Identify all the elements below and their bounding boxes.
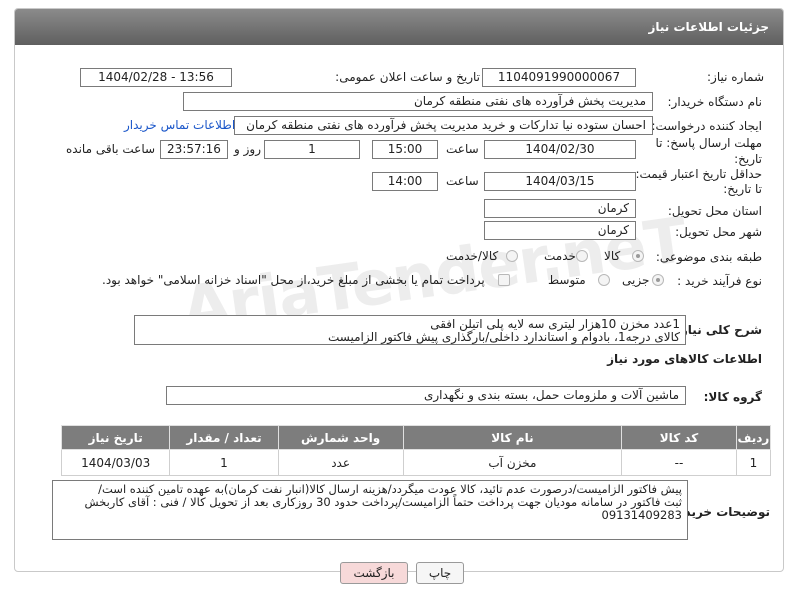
reply-deadline-label-2: تاریخ: [734, 152, 762, 166]
validity-time-label: ساعت [446, 174, 479, 188]
cell-date: 1404/03/03 [60, 449, 171, 476]
requester-field: احسان ستوده نیا تدارکات و خرید مدیریت پخ… [234, 116, 653, 135]
purchase-type-label: نوع فرآیند خرید : [677, 274, 762, 288]
announce-label: تاریخ و ساعت اعلان عمومی: [335, 70, 480, 84]
buyer-notes-textarea[interactable]: پیش فاکتور الزامیست/درصورت عدم تائید، کا… [52, 480, 688, 540]
remaining-time-field: 23:57:16 [160, 140, 228, 159]
category-radio-service[interactable] [576, 250, 588, 262]
col-qty: تعداد / مقدار [169, 425, 279, 450]
validity-date-field: 1404/03/15 [484, 172, 636, 191]
treasury-note: پرداخت تمام یا بخشی از مبلغ خرید،از محل … [102, 273, 485, 287]
cell-unit: عدد [277, 449, 404, 476]
cell-row: 1 [735, 449, 772, 476]
goods-section-title: اطلاعات کالاهای مورد نیاز [607, 352, 762, 366]
province-label: استان محل تحویل: [667, 204, 762, 218]
validity-time-field: 14:00 [372, 172, 438, 191]
purchase-radio-medium[interactable] [598, 274, 610, 286]
city-label: شهر محل تحویل: [675, 225, 762, 239]
city-field: کرمان [484, 221, 636, 240]
description-line-2: کالای درجه1، بادوام و استاندارد داخلی/با… [327, 330, 680, 344]
cell-qty: 1 [169, 449, 279, 476]
back-button[interactable]: بازگشت [340, 562, 408, 584]
buyer-contact-link[interactable]: اطلاعات تماس خریدار [124, 118, 235, 132]
category-label: طبقه بندی موضوعی: [655, 250, 762, 264]
category-option-goods: کالا [604, 249, 621, 263]
price-validity-label-2: تا تاریخ: [723, 182, 762, 196]
reply-time-field: 15:00 [372, 140, 438, 159]
category-option-goods-service: کالا/خدمت [446, 249, 499, 263]
col-code: کد کالا [621, 425, 737, 450]
col-name: نام کالا [402, 425, 623, 450]
goods-group-field: ماشین آلات و ملزومات حمل، بسته بندی و نگ… [166, 386, 686, 405]
cell-code: -- [621, 449, 737, 476]
purchase-radio-minor[interactable] [652, 274, 664, 286]
reply-date-field: 1404/02/30 [484, 140, 636, 159]
purchase-option-minor: جزیی [622, 273, 650, 287]
treasury-checkbox[interactable] [498, 274, 510, 286]
description-label: شرح کلی نیاز: [676, 323, 762, 337]
cell-name: مخزن آب [402, 449, 623, 476]
announce-field: 1404/02/28 - 13:56 [80, 68, 232, 87]
days-field: 1 [264, 140, 360, 159]
province-field: کرمان [484, 199, 636, 218]
need-number-field: 1104091990000067 [482, 68, 636, 87]
table-row[interactable]: 1 -- مخزن آب عدد 1 1404/03/03 [60, 449, 772, 476]
goods-group-label: گروه کالا: [703, 390, 762, 404]
print-button[interactable]: چاپ [416, 562, 464, 584]
reply-time-label: ساعت [446, 142, 479, 156]
goods-table: ردیف کد کالا نام کالا واحد شمارش تعداد /… [60, 425, 772, 476]
buyer-notes-line-2: ثبت فاکتور در سامانه مودیان جهت پرداخت ح… [84, 495, 682, 509]
price-validity-label: حداقل تاریخ اعتبار قیمت: [635, 167, 762, 181]
page-title: جزئیات اطلاعات نیاز [648, 20, 769, 34]
col-unit: واحد شمارش [277, 425, 404, 450]
need-number-label: شماره نیاز: [707, 70, 764, 84]
remaining-label: ساعت باقی مانده [66, 142, 156, 156]
buyer-org-field: مدیریت پخش فرآورده های نفتی منطقه کرمان [183, 92, 653, 111]
panel-header: جزئیات اطلاعات نیاز [15, 9, 783, 45]
col-date: تاریخ نیاز [60, 425, 171, 450]
buyer-notes-line-3: 09131409283 [601, 508, 682, 522]
days-label: روز و [234, 142, 261, 156]
goods-table-header: ردیف کد کالا نام کالا واحد شمارش تعداد /… [60, 425, 772, 450]
category-option-service: خدمت [544, 249, 576, 263]
purchase-option-medium: متوسط [548, 273, 586, 287]
description-textarea[interactable]: 1عدد مخزن 10هزار لیتری سه لایه پلی اتیلن… [134, 315, 686, 345]
category-radio-goods[interactable] [632, 250, 644, 262]
buyer-org-label: نام دستگاه خریدار: [667, 95, 763, 109]
reply-deadline-label: مهلت ارسال پاسخ: تا [655, 136, 762, 150]
col-row: ردیف [735, 425, 772, 450]
category-radio-goods-service[interactable] [506, 250, 518, 262]
requester-label: ایجاد کننده درخواست: [651, 119, 762, 133]
